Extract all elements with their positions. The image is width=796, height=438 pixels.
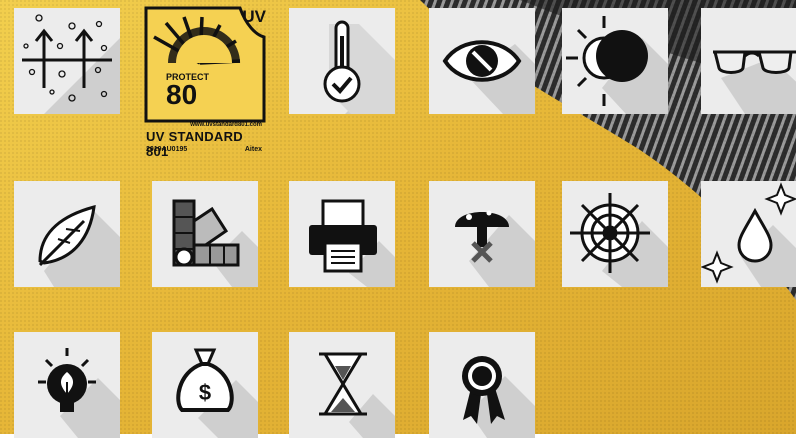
ship-wheel-icon (570, 193, 668, 287)
money-bag-icon: $ (176, 348, 258, 438)
breathable-icon-tile (14, 8, 120, 114)
glasses-icon (713, 50, 796, 114)
no-mold-icon (455, 210, 535, 287)
printer-icon (309, 199, 395, 287)
glasses-icon-tile (701, 8, 796, 114)
sun-block-icon (566, 16, 668, 114)
money-bag-icon-tile: $ (152, 332, 258, 438)
temperature-check-icon (323, 20, 395, 114)
sun-block-icon-tile (562, 8, 668, 114)
award-badge-icon-tile (429, 332, 535, 438)
hourglass-icon (319, 352, 395, 438)
hourglass-icon-tile (289, 332, 395, 438)
testing-lab: Aitex (244, 146, 262, 153)
lightweight-feather-icon (38, 204, 120, 287)
eye-protection-icon (442, 40, 535, 114)
uv-badge: UV (242, 7, 266, 26)
water-drop-sparkle-icon (701, 182, 796, 287)
uv-standard-label: UV PROTECT 80 www.uvstandard801.com UV S… (140, 5, 268, 159)
award-badge-icon (462, 356, 535, 438)
water-drop-sparkle-icon-tile (701, 181, 796, 287)
svg-text:$: $ (199, 380, 211, 405)
protection-rating: 80 (166, 79, 198, 110)
certificate-code: 2019AU0195 (146, 146, 188, 153)
lightweight-feather-icon-tile (14, 181, 120, 287)
standard-name: UV STANDARD 801 (146, 129, 243, 159)
printer-icon-tile (289, 181, 395, 287)
color-swatch-icon-tile (152, 181, 258, 287)
eye-protection-icon-tile (429, 8, 535, 114)
color-swatch-icon (172, 199, 258, 287)
eco-idea-bulb-icon (38, 348, 120, 438)
no-mold-icon-tile (429, 181, 535, 287)
ship-wheel-icon-tile (562, 181, 668, 287)
temperature-check-icon-tile (289, 8, 395, 114)
breathable-icon (22, 14, 120, 114)
standard-url: www.uvstandard801.com (190, 122, 262, 128)
eco-idea-bulb-icon-tile (14, 332, 120, 438)
